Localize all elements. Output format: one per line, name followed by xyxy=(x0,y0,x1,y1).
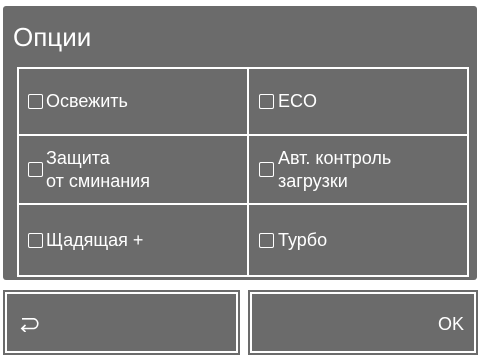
ok-button[interactable]: OK xyxy=(248,290,478,355)
auto-load-control-checkbox[interactable] xyxy=(259,162,274,177)
option-auto-load-control-label: Авт. контроль загрузки xyxy=(278,147,391,193)
option-anti-crease[interactable]: Защита от сминания xyxy=(19,136,249,205)
option-auto-load-control[interactable]: Авт. контроль загрузки xyxy=(249,136,467,205)
options-panel: Опции Освежить ECO Защита от сминания Ав… xyxy=(3,6,477,280)
turbo-checkbox[interactable] xyxy=(259,232,274,248)
option-turbo-label: Турбо xyxy=(278,229,328,250)
option-anti-crease-label-line1: Защита xyxy=(46,147,110,168)
option-refresh-label: Освежить xyxy=(46,91,128,111)
return-arrow-icon xyxy=(20,318,39,332)
refresh-checkbox[interactable] xyxy=(28,94,43,109)
option-refresh[interactable]: Освежить xyxy=(19,69,249,136)
page-title: Опции xyxy=(13,22,92,52)
option-eco[interactable]: ECO xyxy=(249,69,467,136)
gentle-plus-checkbox[interactable] xyxy=(28,232,43,248)
eco-checkbox[interactable] xyxy=(259,94,274,109)
option-turbo[interactable]: Турбо xyxy=(249,205,467,275)
anti-crease-checkbox[interactable] xyxy=(28,162,43,177)
option-anti-crease-label-line2: от сминания xyxy=(46,170,150,191)
option-anti-crease-label: Защита от сминания xyxy=(46,147,150,193)
ok-button-label: OK xyxy=(437,314,464,334)
option-gentle-plus[interactable]: Щадящая + xyxy=(19,205,249,275)
option-gentle-plus-label: Щадящая + xyxy=(46,229,144,250)
back-button[interactable] xyxy=(3,290,240,355)
option-auto-load-control-label-line1: Авт. контроль xyxy=(278,147,392,168)
options-grid: Освежить ECO Защита от сминания Авт. кон… xyxy=(17,67,469,277)
options-screen: Опции Освежить ECO Защита от сминания Ав… xyxy=(0,0,480,359)
option-auto-load-control-label-line2: загрузки xyxy=(278,170,348,191)
option-eco-label: ECO xyxy=(278,91,318,111)
